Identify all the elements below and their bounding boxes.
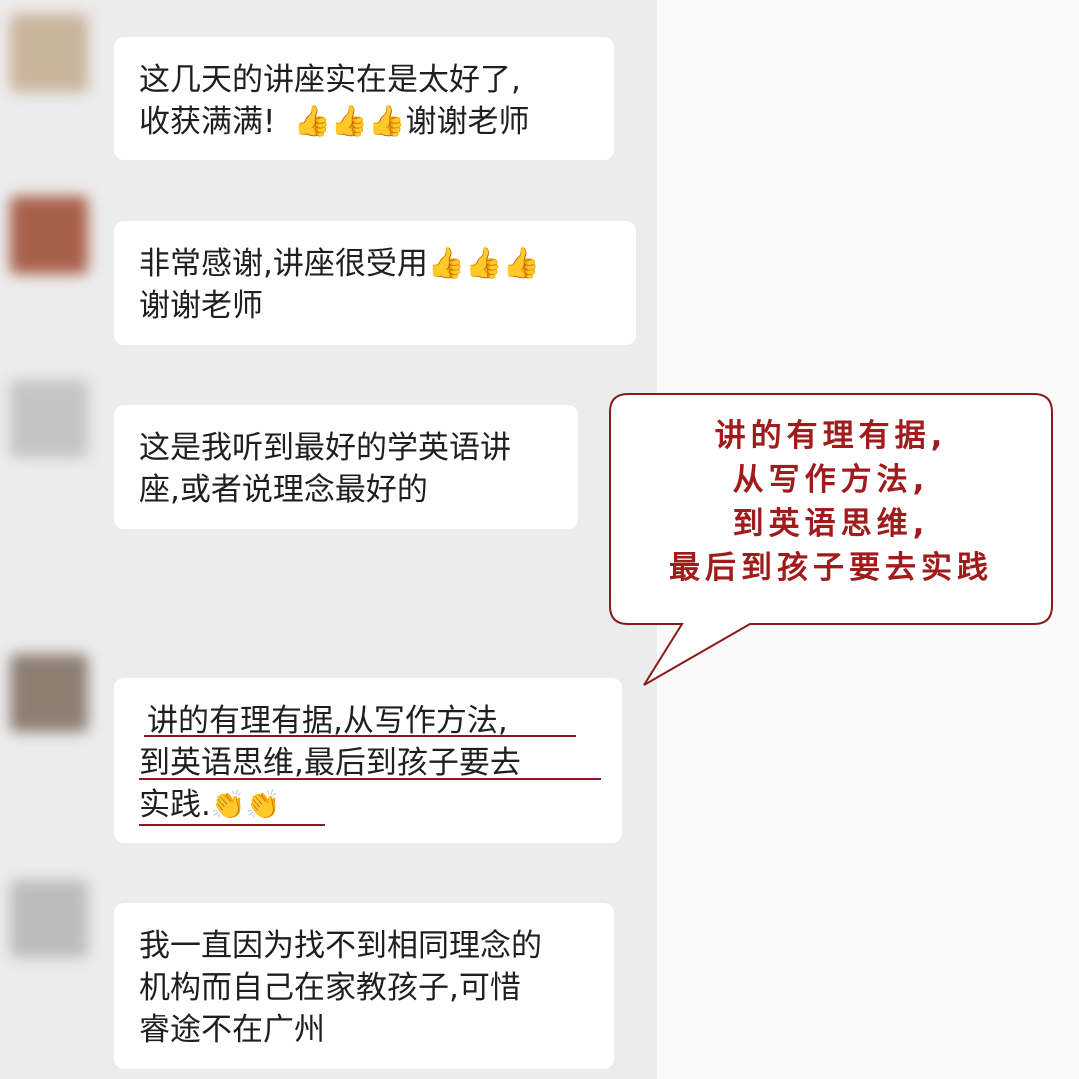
message-bubble[interactable]: 这是我听到最好的学英语讲 座,或者说理念最好的 [114, 405, 578, 529]
thumbs-up-icon: 👍 [330, 104, 369, 139]
callout-line: 从写作方法, [732, 462, 930, 498]
message-text: 睿途不在广州 [139, 1012, 325, 1048]
message-text: 谢谢老师 [405, 104, 530, 140]
thumbs-up-icon: 👍 [427, 246, 466, 281]
message-text: 座,或者说理念最好的 [139, 472, 428, 508]
highlight-underline [139, 824, 325, 826]
thumbs-up-icon: 👍 [368, 104, 406, 139]
avatar[interactable] [10, 654, 88, 732]
message-text: 收获满满! [139, 104, 276, 140]
message-bubble[interactable]: 我一直因为找不到相同理念的 机构而自己在家教孩子,可惜 睿途不在广州 [114, 903, 614, 1069]
callout-line: 讲的有理有据, [714, 418, 948, 454]
message-text: 非常感谢,讲座很受用 [139, 246, 428, 282]
message-text: 谢谢老师 [139, 288, 263, 324]
callout-line: 最后到孩子要去实践 [669, 550, 993, 586]
callout-text: 讲的有理有据, 从写作方法, 到英语思维, 最后到孩子要去实践 [612, 414, 1050, 590]
message-text: 这几天的讲座实在是太好了, [139, 62, 521, 98]
message-text-line: 非常感谢,讲座很受用👍👍👍 [139, 243, 612, 285]
thumbs-up-icon: 👍 [465, 246, 503, 281]
chat-area: 这几天的讲座实在是太好了, 收获满满! 👍👍👍谢谢老师 非常感谢,讲座很受用👍👍👍… [0, 0, 657, 1079]
message-text: 这是我听到最好的学英语讲 [139, 430, 511, 466]
avatar[interactable] [10, 196, 88, 274]
avatar[interactable] [10, 880, 88, 958]
highlight-underline [139, 778, 601, 780]
callout-line: 到英语思维, [732, 506, 930, 542]
clapping-hands-icon: 👏 [210, 788, 246, 821]
message-bubble[interactable]: 讲的有理有据,从写作方法, 到英语思维,最后到孩子要去 实践.👏👏 [114, 678, 622, 843]
message-text: 我一直因为找不到相同理念的 [139, 928, 542, 964]
message-text: 实践. [139, 787, 211, 823]
message-text-line: 实践.👏👏 [139, 784, 598, 826]
clapping-hands-icon: 👏 [245, 788, 281, 821]
thumbs-up-icon: 👍 [293, 104, 331, 139]
avatar[interactable] [10, 14, 88, 92]
highlight-underline [144, 735, 576, 737]
message-bubble[interactable]: 非常感谢,讲座很受用👍👍👍 谢谢老师 [114, 221, 636, 345]
avatar[interactable] [10, 380, 88, 458]
message-bubble[interactable]: 这几天的讲座实在是太好了, 收获满满! 👍👍👍谢谢老师 [114, 37, 614, 160]
message-text-line: 收获满满! 👍👍👍谢谢老师 [139, 101, 590, 143]
message-text: 机构而自己在家教孩子,可惜 [139, 970, 521, 1006]
thumbs-up-icon: 👍 [502, 246, 540, 281]
